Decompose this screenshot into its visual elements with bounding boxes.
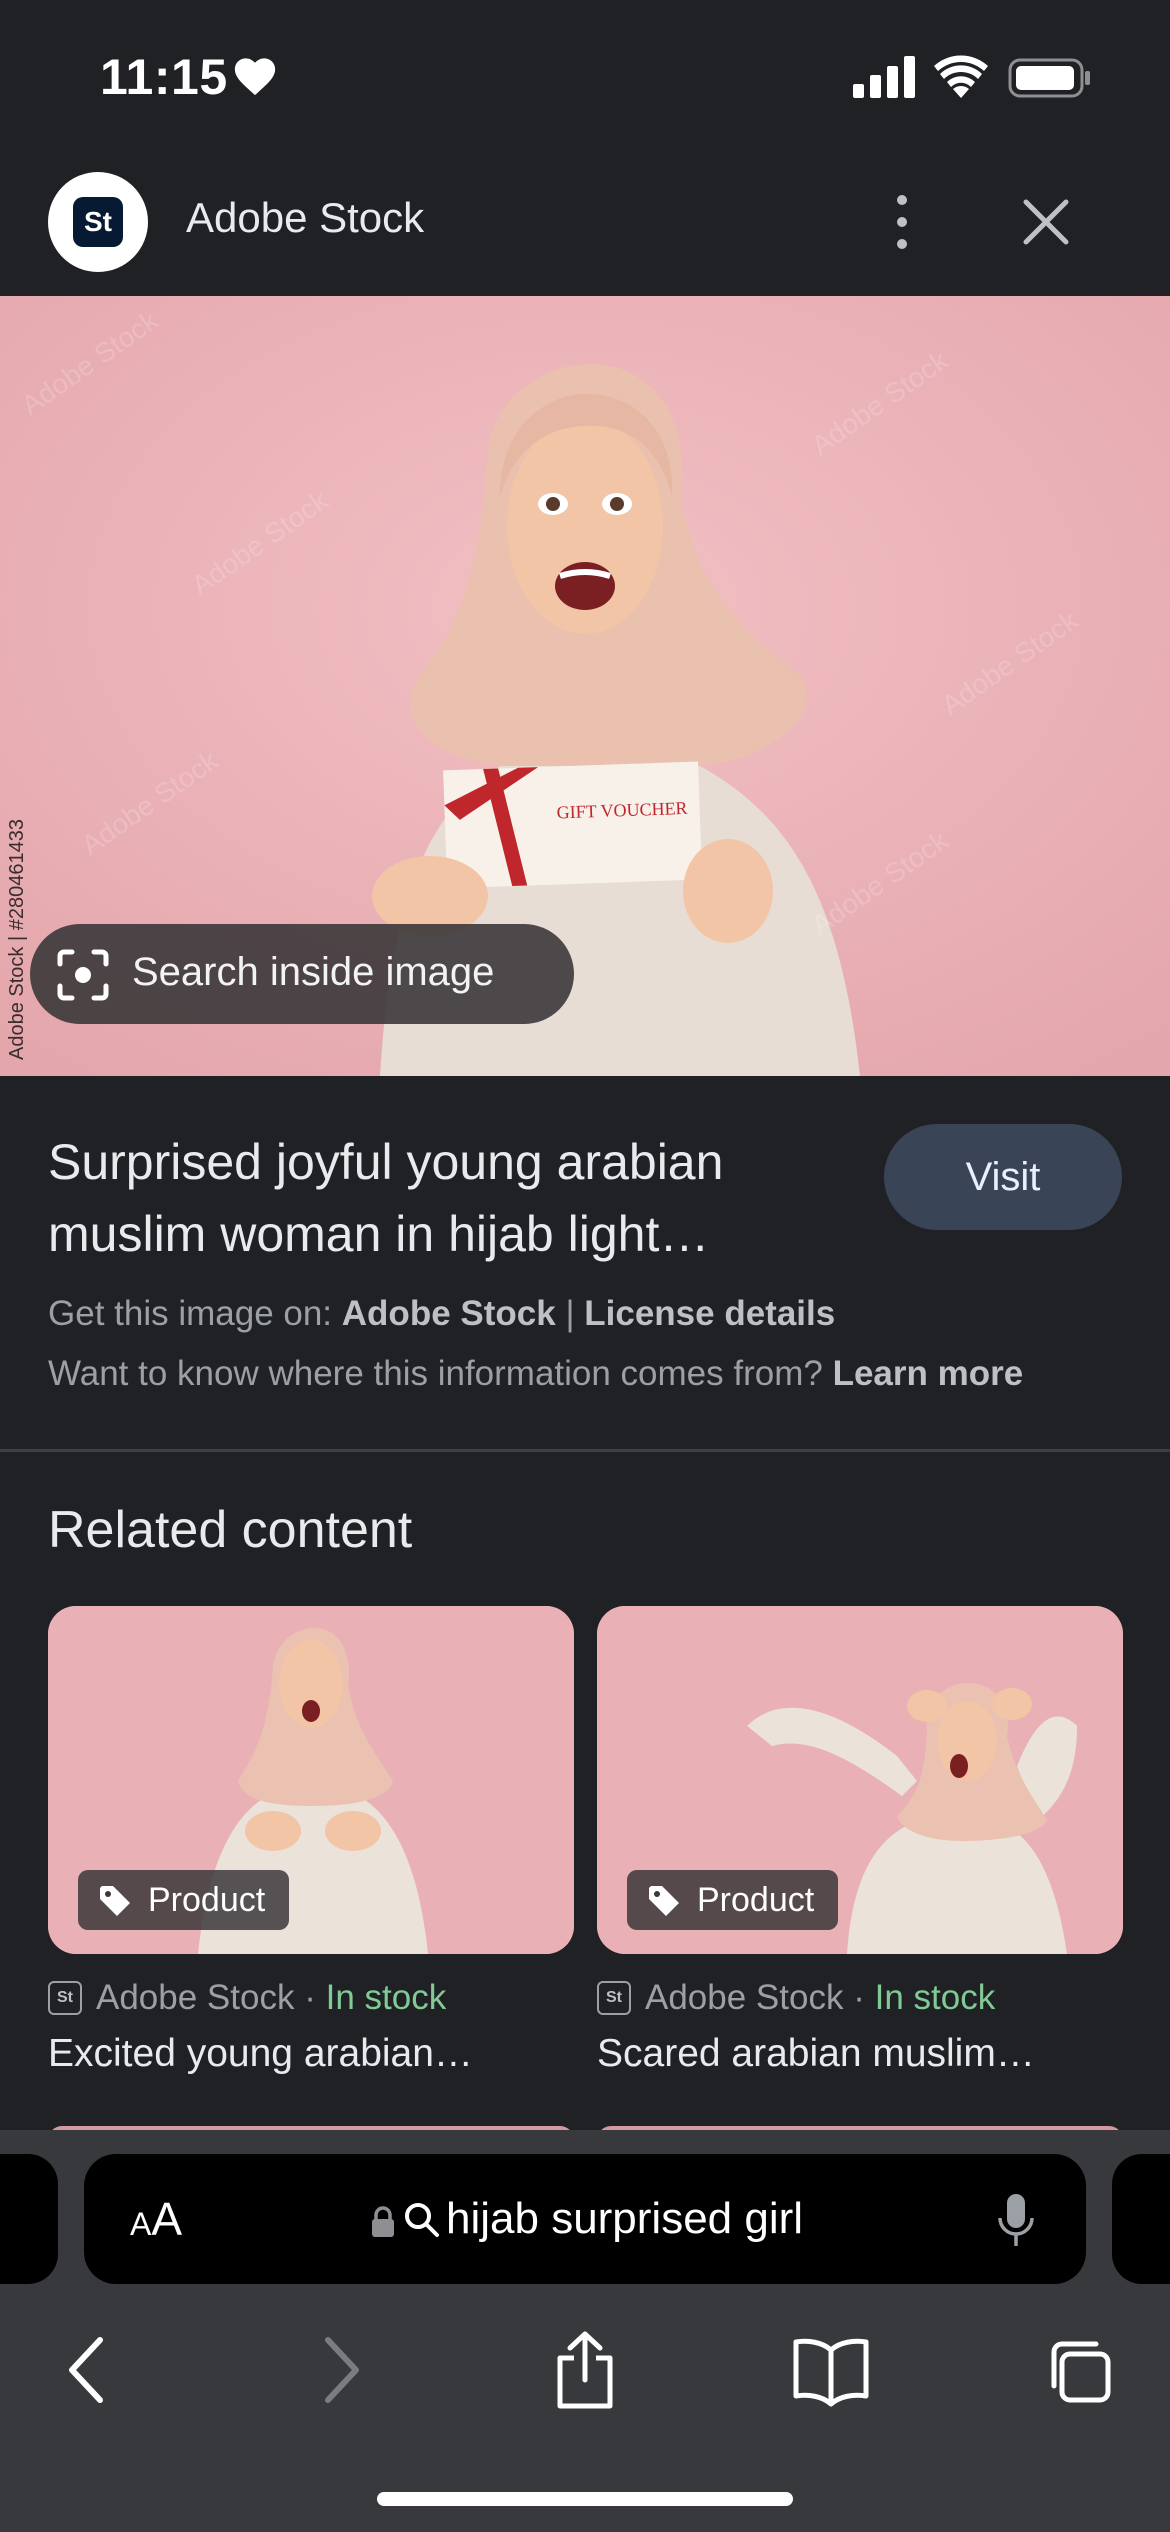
site-name[interactable]: Adobe Stock (186, 194, 424, 242)
in-stock-label: In stock (325, 1978, 447, 2017)
license-details-link[interactable]: License details (584, 1294, 835, 1333)
related-content-heading: Related content (48, 1501, 413, 1559)
image-info-panel: Surprised joyful young arabian muslim wo… (0, 1076, 1170, 1450)
card-source-line: St Adobe Stock · In stock (597, 1974, 1123, 2022)
browser-toolbar: AA hijab surprised girl (0, 2130, 1170, 2532)
card-source: Adobe Stock · In stock (96, 1978, 446, 2018)
next-tab-edge[interactable] (1112, 2154, 1170, 2284)
text-size-large-a: A (151, 2193, 183, 2245)
tag-icon (649, 1886, 679, 1916)
close-icon[interactable] (1018, 194, 1074, 250)
share-icon[interactable] (550, 2330, 620, 2410)
card-title[interactable]: Scared arabian muslim… (597, 2032, 1123, 2076)
source-line: Get this image on: Adobe Stock | License… (48, 1294, 835, 1334)
card-source-name: Adobe Stock (96, 1978, 295, 2017)
search-inside-image-button[interactable]: Search inside image (30, 924, 574, 1024)
info-source-line: Want to know where this information come… (48, 1354, 1023, 1394)
image-title-line-1: Surprised joyful young arabian (48, 1134, 724, 1190)
search-inside-label: Search inside image (132, 950, 495, 994)
logo-text: St (73, 197, 123, 247)
adobe-stock-favicon-icon: St (597, 1981, 631, 2015)
home-indicator[interactable] (377, 2492, 793, 2506)
lens-icon (57, 949, 109, 1001)
product-badge: Product (78, 1870, 290, 1930)
back-icon[interactable] (62, 2330, 112, 2410)
image-title-line-2: muslim woman in hijab light… (48, 1206, 710, 1262)
card-source-dot: · (853, 1978, 865, 2017)
related-thumbnail[interactable]: Product (48, 1606, 574, 1954)
adobe-stock-logo[interactable]: St (48, 172, 148, 272)
search-icon (405, 2203, 439, 2237)
wifi-icon (934, 55, 988, 98)
card-source-line: St Adobe Stock · In stock (48, 1974, 574, 2022)
image-title: Surprised joyful young arabian muslim wo… (48, 1126, 868, 1270)
text-size-button[interactable]: AA (130, 2192, 182, 2246)
forward-icon[interactable] (316, 2330, 366, 2410)
address-bar[interactable]: AA hijab surprised girl (84, 2154, 1086, 2284)
badge-label: Product (697, 1881, 815, 1919)
result-header: St Adobe Stock (0, 150, 1170, 296)
card-source-name: Adobe Stock (645, 1978, 844, 2017)
battery-icon (1008, 58, 1090, 98)
separator: | (565, 1294, 575, 1333)
related-card[interactable]: Product St Adobe Stock · In stock Scared… (597, 1606, 1123, 2076)
text-size-small-a: A (130, 2206, 152, 2242)
card-title[interactable]: Excited young arabian… (48, 2032, 574, 2076)
section-divider (0, 1449, 1170, 1452)
cellular-signal-icon (853, 56, 915, 98)
tag-icon (100, 1886, 130, 1916)
bookmarks-icon[interactable] (792, 2330, 870, 2410)
status-time: 11:15 (100, 49, 228, 105)
lock-icon (372, 2206, 394, 2237)
microphone-icon[interactable] (996, 2192, 1036, 2250)
more-vert-icon[interactable] (880, 192, 924, 252)
visit-button[interactable]: Visit (884, 1124, 1122, 1230)
related-card[interactable]: Product St Adobe Stock · In stock Excite… (48, 1606, 574, 2076)
tabs-icon[interactable] (1044, 2330, 1114, 2410)
card-source: Adobe Stock · In stock (645, 1978, 995, 2018)
get-image-prefix: Get this image on: (48, 1294, 333, 1333)
url-text: hijab surprised girl (446, 2194, 804, 2243)
source-link[interactable]: Adobe Stock (342, 1294, 556, 1333)
stock-id-watermark: Adobe Stock | #280461433 (6, 819, 28, 1060)
in-stock-label: In stock (874, 1978, 996, 2017)
card-source-dot: · (304, 1978, 316, 2017)
badge-label: Product (148, 1881, 266, 1919)
product-badge: Product (627, 1870, 839, 1930)
previous-tab-edge[interactable] (0, 2154, 58, 2284)
related-thumbnail[interactable]: Product (597, 1606, 1123, 1954)
page: 11:15 St Adobe Stock GIFT VOUCHER Adobe … (0, 0, 1170, 2532)
adobe-stock-favicon-icon: St (48, 1981, 82, 2015)
heart-icon (234, 58, 276, 96)
learn-more-link[interactable]: Learn more (833, 1354, 1024, 1393)
status-bar: 11:15 (0, 0, 1170, 150)
where-info-text: Want to know where this information come… (48, 1354, 823, 1393)
